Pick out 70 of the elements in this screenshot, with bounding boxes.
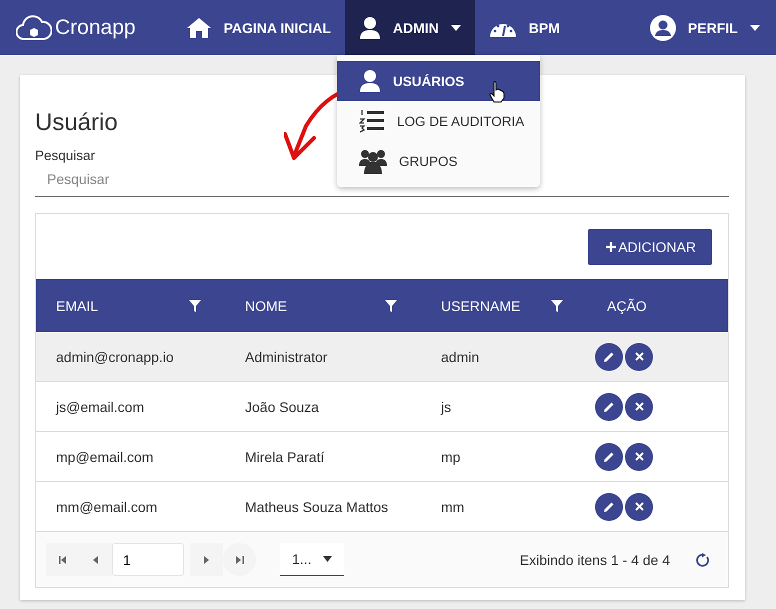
table-cell: Mirela Paratí bbox=[245, 448, 324, 464]
last-page-button[interactable] bbox=[223, 543, 256, 576]
delete-button[interactable] bbox=[625, 442, 653, 470]
close-icon bbox=[634, 502, 644, 511]
table-cell: João Souza bbox=[245, 398, 319, 414]
profile-menu[interactable]: PERFIL bbox=[636, 0, 774, 55]
table-cell: Matheus Souza Mattos bbox=[245, 498, 388, 514]
filter-icon[interactable] bbox=[189, 300, 201, 312]
table-cell: admin@cronapp.io bbox=[56, 348, 174, 364]
previous-icon bbox=[92, 556, 98, 564]
edit-button[interactable] bbox=[595, 392, 623, 420]
table-row[interactable]: mp@email.com Mirela Paratí mp bbox=[36, 432, 728, 482]
pencil-icon bbox=[603, 400, 615, 412]
pencil-icon bbox=[603, 350, 615, 362]
first-page-button[interactable] bbox=[46, 543, 79, 576]
close-icon bbox=[634, 452, 644, 461]
table-cell: Administrator bbox=[245, 348, 328, 364]
caret-icon bbox=[450, 24, 461, 30]
table-cell: admin bbox=[441, 348, 480, 364]
edit-button[interactable] bbox=[595, 342, 623, 370]
delete-button[interactable] bbox=[625, 492, 653, 520]
table-cell: mm bbox=[441, 498, 464, 514]
column-header[interactable]: USERNAME bbox=[441, 298, 520, 314]
user-icon bbox=[358, 16, 381, 40]
caret-icon bbox=[323, 556, 332, 562]
delete-button[interactable] bbox=[625, 342, 653, 370]
edit-button[interactable] bbox=[595, 442, 623, 470]
table-cell: mm@email.com bbox=[56, 498, 158, 514]
pencil-icon bbox=[603, 450, 615, 462]
next-icon bbox=[204, 556, 210, 564]
filter-icon[interactable] bbox=[551, 300, 563, 312]
table-row[interactable]: admin@cronapp.io Administrator admin bbox=[36, 332, 728, 382]
first-page-icon bbox=[58, 556, 66, 564]
menu-item[interactable]: USUÁRIOS bbox=[337, 61, 540, 101]
group-icon bbox=[359, 148, 387, 174]
column-header[interactable]: AÇÃO bbox=[607, 298, 647, 314]
page-title: Usuário bbox=[35, 109, 118, 138]
menu-item[interactable]: LOG DE AUDITORIA bbox=[337, 101, 540, 141]
table-cell: mp@email.com bbox=[56, 448, 154, 464]
last-page-icon bbox=[236, 556, 244, 564]
page-size-select[interactable]: 1... bbox=[280, 543, 344, 576]
refresh-icon[interactable] bbox=[696, 552, 710, 566]
page-input[interactable]: 1 bbox=[112, 543, 184, 576]
filter-icon[interactable] bbox=[385, 300, 397, 312]
nav-item[interactable]: ADMIN bbox=[344, 0, 475, 55]
table-row[interactable]: js@email.com João Souza js bbox=[36, 382, 728, 432]
pencil-icon bbox=[603, 500, 615, 512]
home-icon bbox=[186, 16, 212, 38]
numbered-list-icon bbox=[359, 109, 385, 133]
plus-icon bbox=[606, 242, 616, 252]
close-icon bbox=[634, 352, 644, 361]
user-icon bbox=[359, 69, 381, 93]
brand-name: Cronapp bbox=[55, 16, 136, 40]
add-button[interactable]: ADICIONAR bbox=[588, 228, 712, 264]
delete-button[interactable] bbox=[625, 392, 653, 420]
caret-icon bbox=[750, 24, 760, 30]
column-header[interactable]: NOME bbox=[245, 298, 287, 314]
table-cell: js@email.com bbox=[56, 398, 144, 414]
avatar-icon bbox=[650, 14, 676, 40]
table-cell: js bbox=[441, 398, 452, 414]
nav-item[interactable]: PAGINA INICIAL bbox=[172, 0, 345, 55]
hand-cursor-icon bbox=[489, 81, 505, 103]
column-header[interactable]: EMAIL bbox=[56, 298, 98, 314]
cloud-icon bbox=[16, 14, 52, 40]
table-cell: mp bbox=[441, 448, 460, 464]
search-label: Pesquisar bbox=[35, 148, 96, 163]
close-icon bbox=[634, 402, 644, 411]
nav-item[interactable]: BPM bbox=[474, 0, 574, 55]
pager-status: Exibindo itens 1 - 4 de 4 bbox=[520, 552, 670, 568]
edit-button[interactable] bbox=[595, 492, 623, 520]
